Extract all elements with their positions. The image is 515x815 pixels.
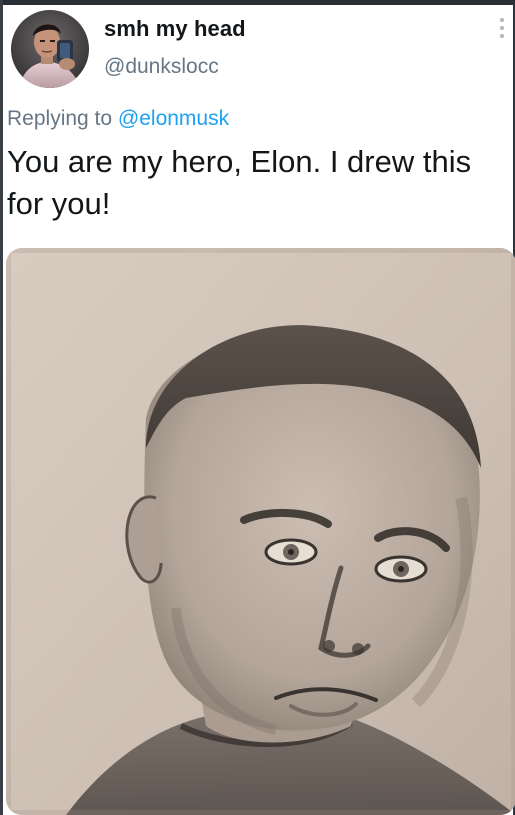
tweet-media-image[interactable] xyxy=(6,248,515,815)
tweet-text: You are my hero, Elon. I drew this for y… xyxy=(7,144,472,221)
avatar-photo xyxy=(11,10,89,88)
tweet-card: smh my head @dunkslocc Replying to @elon… xyxy=(3,5,515,815)
reply-mention-link[interactable]: @elonmusk xyxy=(118,107,229,130)
portrait-drawing xyxy=(6,248,515,815)
user-handle[interactable]: @dunkslocc xyxy=(104,55,219,79)
display-name[interactable]: smh my head xyxy=(104,16,246,42)
replying-to-label: Replying to xyxy=(7,107,113,130)
avatar[interactable] xyxy=(11,10,89,88)
vertical-ellipsis-icon[interactable] xyxy=(495,15,509,41)
replying-to: Replying to @elonmusk xyxy=(7,107,229,131)
